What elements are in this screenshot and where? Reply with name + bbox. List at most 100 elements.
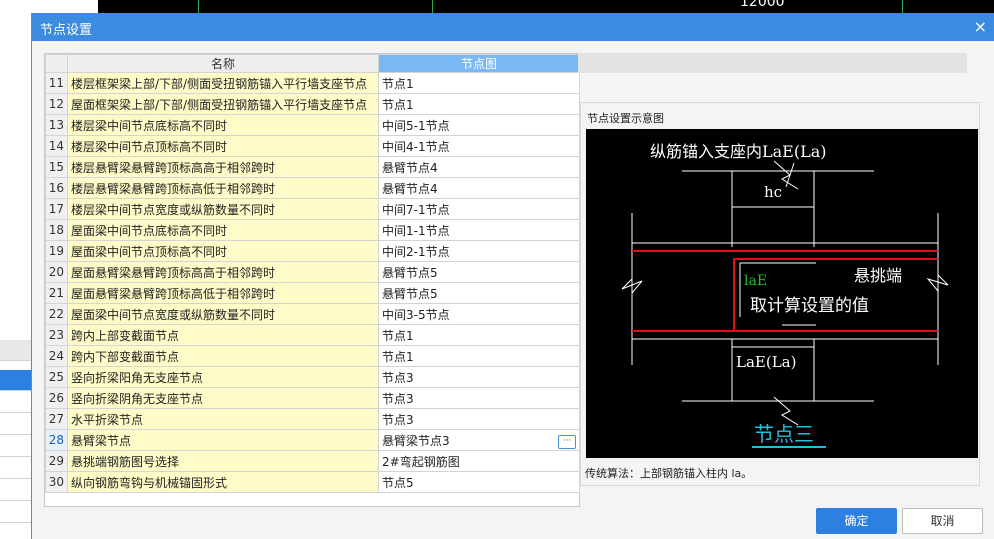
row-number: 21 bbox=[45, 282, 68, 304]
setting-value[interactable]: 悬臂节点5 bbox=[378, 282, 580, 304]
table-row[interactable]: 19 屋面梁中间节点顶标高不同时 中间2-1节点 bbox=[45, 240, 580, 262]
setting-name[interactable]: 楼层梁中间节点底标高不同时 bbox=[67, 114, 379, 136]
table-row[interactable]: 28 悬臂梁节点 悬臂梁节点3 ··· bbox=[45, 429, 580, 451]
table-row[interactable]: 12 屋面框架梁上部/下部/侧面受扭钢筋锚入平行墙支座节点 节点1 bbox=[45, 93, 580, 115]
setting-name[interactable]: 楼层悬臂梁悬臂跨顶标高低于相邻跨时 bbox=[67, 177, 379, 199]
bg-row bbox=[0, 458, 31, 479]
setting-name[interactable]: 楼层梁中间节点宽度或纵筋数量不同时 bbox=[67, 198, 379, 220]
dialog-titlebar[interactable]: 节点设置 × bbox=[32, 13, 994, 41]
table-row[interactable]: 15 楼层悬臂梁悬臂跨顶标高高于相邻跨时 悬臂节点4 bbox=[45, 156, 580, 178]
setting-name[interactable]: 屋面梁中间节点顶标高不同时 bbox=[67, 240, 379, 262]
node-diagram: 纵筋锚入支座内LaE(La) hc laE 悬挑端 取计算设置的值 LaE(La… bbox=[586, 129, 978, 458]
node-diagram-svg: 纵筋锚入支座内LaE(La) hc laE 悬挑端 取计算设置的值 LaE(La… bbox=[621, 142, 949, 448]
setting-value-text: 节点1 bbox=[382, 328, 414, 343]
table-row[interactable]: 22 屋面梁中间节点宽度或纵筋数量不同时 中间3-5节点 bbox=[45, 303, 580, 325]
table-row[interactable]: 11 楼层框架梁上部/下部/侧面受扭钢筋锚入平行墙支座节点 节点1 bbox=[45, 72, 580, 94]
setting-value-text: 节点1 bbox=[382, 76, 414, 91]
bg-row bbox=[0, 436, 31, 457]
setting-value[interactable]: 悬臂节点4 bbox=[378, 177, 580, 199]
node-diagram-panel: 节点设置示意图 纵筋锚入支座内LaE(La) hc laE 悬挑端 取计算设置的… bbox=[580, 102, 980, 486]
setting-value-text: 悬臂节点4 bbox=[382, 181, 438, 196]
setting-value[interactable]: 节点3 bbox=[378, 408, 580, 430]
table-row[interactable]: 29 悬挑端钢筋图号选择 2#弯起钢筋图 bbox=[45, 450, 580, 472]
table-row[interactable]: 21 屋面悬臂梁悬臂跨顶标高低于相邻跨时 悬臂节点5 bbox=[45, 282, 580, 304]
setting-value[interactable]: 节点3 bbox=[378, 366, 580, 388]
setting-value[interactable]: 节点1 bbox=[378, 324, 580, 346]
setting-value[interactable]: 中间3-5节点 bbox=[378, 303, 580, 325]
setting-name[interactable]: 竖向折梁阳角无支座节点 bbox=[67, 366, 379, 388]
setting-value-text: 悬臂节点5 bbox=[382, 286, 438, 301]
table-row[interactable]: 24 跨内下部变截面节点 节点1 bbox=[45, 345, 580, 367]
row-number: 27 bbox=[45, 408, 68, 430]
setting-value[interactable]: 悬臂节点4 bbox=[378, 156, 580, 178]
cancel-button[interactable]: 取消 bbox=[902, 508, 983, 534]
row-number: 17 bbox=[45, 198, 68, 220]
table-row[interactable]: 25 竖向折梁阳角无支座节点 节点3 bbox=[45, 366, 580, 388]
panel-title: 节点设置示意图 bbox=[587, 112, 664, 125]
setting-value[interactable]: 悬臂节点5 bbox=[378, 261, 580, 283]
ok-button[interactable]: 确定 bbox=[816, 508, 897, 534]
setting-value[interactable]: 中间1-1节点 bbox=[378, 219, 580, 241]
setting-name[interactable]: 屋面悬臂梁悬臂跨顶标高高于相邻跨时 bbox=[67, 261, 379, 283]
ellipsis-button[interactable]: ··· bbox=[558, 434, 576, 449]
setting-value-text: 节点1 bbox=[382, 349, 414, 364]
setting-name[interactable]: 悬臂梁节点 bbox=[67, 429, 379, 451]
setting-name[interactable]: 纵向钢筋弯钩与机械锚固形式 bbox=[67, 471, 379, 493]
setting-value[interactable]: 中间4-1节点 bbox=[378, 135, 580, 157]
grid-line bbox=[198, 0, 199, 13]
setting-name[interactable]: 竖向折梁阴角无支座节点 bbox=[67, 387, 379, 409]
bg-row bbox=[0, 480, 31, 501]
cad-canvas: 12000 bbox=[98, 0, 994, 13]
setting-value[interactable]: 中间7-1节点 bbox=[378, 198, 580, 220]
setting-name[interactable]: 屋面梁中间节点底标高不同时 bbox=[67, 219, 379, 241]
setting-value[interactable]: 节点1 bbox=[378, 93, 580, 115]
setting-value-text: 中间1-1节点 bbox=[382, 223, 450, 238]
setting-value[interactable]: 悬臂梁节点3 ··· bbox=[378, 429, 580, 451]
row-number-header bbox=[45, 54, 68, 73]
setting-value[interactable]: 2#弯起钢筋图 bbox=[378, 450, 580, 472]
setting-name[interactable]: 跨内上部变截面节点 bbox=[67, 324, 379, 346]
row-number: 20 bbox=[45, 261, 68, 283]
table-row[interactable]: 18 屋面梁中间节点底标高不同时 中间1-1节点 bbox=[45, 219, 580, 241]
table-row[interactable]: 17 楼层梁中间节点宽度或纵筋数量不同时 中间7-1节点 bbox=[45, 198, 580, 220]
row-number: 24 bbox=[45, 345, 68, 367]
close-icon[interactable]: × bbox=[974, 17, 987, 36]
label-node-three: 节点三 bbox=[754, 422, 814, 446]
label-bottom-anchorage: LaE(La) bbox=[736, 353, 796, 371]
setting-value[interactable]: 节点5 bbox=[378, 471, 580, 493]
table-row[interactable]: 27 水平折梁节点 节点3 bbox=[45, 408, 580, 430]
setting-value[interactable]: 节点3 bbox=[378, 387, 580, 409]
setting-name[interactable]: 屋面梁中间节点宽度或纵筋数量不同时 bbox=[67, 303, 379, 325]
setting-value[interactable]: 中间5-1节点 bbox=[378, 114, 580, 136]
bg-row bbox=[0, 414, 31, 435]
table-row[interactable]: 30 纵向钢筋弯钩与机械锚固形式 节点5 bbox=[45, 471, 580, 493]
setting-name[interactable]: 跨内下部变截面节点 bbox=[67, 345, 379, 367]
column-header-name[interactable]: 名称 bbox=[67, 54, 379, 73]
setting-name[interactable]: 楼层梁中间节点顶标高不同时 bbox=[67, 135, 379, 157]
label-cantilever-end: 悬挑端 bbox=[854, 266, 902, 285]
setting-value-text: 中间7-1节点 bbox=[382, 202, 450, 217]
table-row[interactable]: 20 屋面悬臂梁悬臂跨顶标高高于相邻跨时 悬臂节点5 bbox=[45, 261, 580, 283]
setting-name[interactable]: 屋面框架梁上部/下部/侧面受扭钢筋锚入平行墙支座节点 bbox=[67, 93, 379, 115]
setting-value-text: 节点1 bbox=[382, 97, 414, 112]
setting-name[interactable]: 楼层悬臂梁悬臂跨顶标高高于相邻跨时 bbox=[67, 156, 379, 178]
row-number: 30 bbox=[45, 471, 68, 493]
setting-name[interactable]: 悬挑端钢筋图号选择 bbox=[67, 450, 379, 472]
setting-name[interactable]: 楼层框架梁上部/下部/侧面受扭钢筋锚入平行墙支座节点 bbox=[67, 72, 379, 94]
column-header-node-diagram[interactable]: 节点图 bbox=[378, 54, 580, 73]
row-number: 28 bbox=[45, 429, 68, 451]
setting-value[interactable]: 中间2-1节点 bbox=[378, 240, 580, 262]
table-row[interactable]: 13 楼层梁中间节点底标高不同时 中间5-1节点 bbox=[45, 114, 580, 136]
setting-name[interactable]: 屋面悬臂梁悬臂跨顶标高低于相邻跨时 bbox=[67, 282, 379, 304]
table-row[interactable]: 16 楼层悬臂梁悬臂跨顶标高低于相邻跨时 悬臂节点4 bbox=[45, 177, 580, 199]
algorithm-note: 传统算法：上部钢筋锚入柱内 la。 bbox=[585, 467, 753, 480]
table-row[interactable]: 26 竖向折梁阴角无支座节点 节点3 bbox=[45, 387, 580, 409]
table-row[interactable]: 14 楼层梁中间节点顶标高不同时 中间4-1节点 bbox=[45, 135, 580, 157]
row-number: 25 bbox=[45, 366, 68, 388]
table-row[interactable]: 23 跨内上部变截面节点 节点1 bbox=[45, 324, 580, 346]
setting-name[interactable]: 水平折梁节点 bbox=[67, 408, 379, 430]
setting-value[interactable]: 节点1 bbox=[378, 345, 580, 367]
row-number: 29 bbox=[45, 450, 68, 472]
row-number: 13 bbox=[45, 114, 68, 136]
setting-value[interactable]: 节点1 bbox=[378, 72, 580, 94]
